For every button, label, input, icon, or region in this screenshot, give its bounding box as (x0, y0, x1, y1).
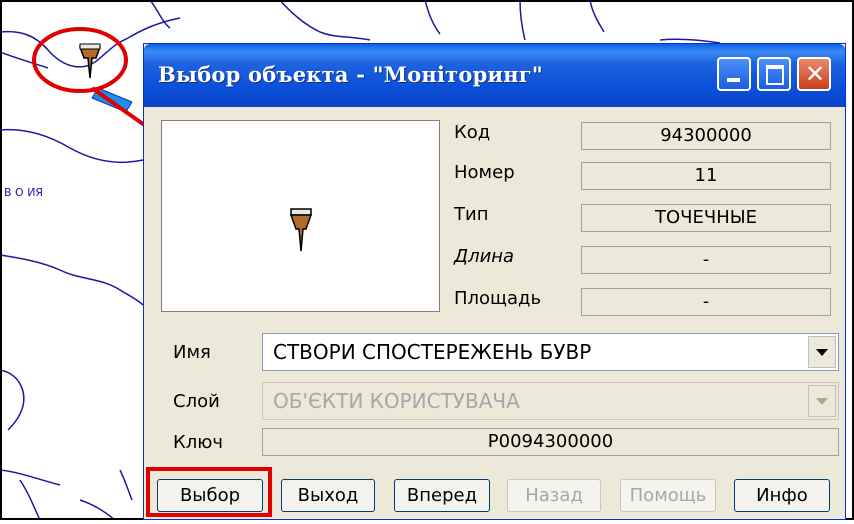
layer-label: Слой (173, 391, 220, 412)
layer-select-value: ОБ'ЄКТИ КОРИСТУВАЧА (273, 389, 520, 413)
point-marker-icon (289, 208, 313, 252)
key-value: P0094300000 (262, 428, 839, 456)
type-value: ТОЧЕЧНЫЕ (581, 204, 831, 232)
number-value: 11 (581, 162, 831, 190)
title-bar[interactable]: Выбор объекта - "Моніторинг" (144, 44, 845, 107)
name-select-value: СТВОРИ СПОСТЕРЕЖЕНЬ БУВР (273, 340, 592, 364)
type-label: Тип (454, 204, 489, 225)
code-label: Код (454, 122, 491, 143)
maximize-icon[interactable] (757, 57, 791, 91)
close-icon[interactable] (797, 57, 831, 91)
chevron-down-icon (808, 385, 836, 417)
area-value: - (581, 288, 831, 316)
dialog-title: Выбор объекта - "Моніторинг" (158, 62, 544, 87)
info-button[interactable]: Инфо (734, 479, 830, 512)
number-label: Номер (454, 162, 515, 183)
key-label: Ключ (173, 432, 224, 453)
layer-select: ОБ'ЄКТИ КОРИСТУВАЧА (262, 382, 839, 420)
chevron-down-icon[interactable] (808, 336, 836, 368)
forward-button[interactable]: Вперед (394, 479, 490, 512)
back-button: Назад (507, 479, 601, 512)
code-value: 94300000 (581, 122, 831, 150)
length-value: - (581, 246, 831, 274)
minimize-icon[interactable] (717, 57, 751, 91)
object-selection-dialog: Выбор объекта - "Моніторинг" Код 9430000… (143, 43, 846, 520)
exit-button[interactable]: Выход (281, 479, 375, 512)
name-select[interactable]: СТВОРИ СПОСТЕРЕЖЕНЬ БУВР (262, 333, 839, 371)
length-label: Длина (454, 246, 515, 267)
annotation-highlight-box (146, 467, 272, 517)
area-label: Площадь (454, 288, 542, 309)
object-preview (161, 120, 440, 312)
name-label: Имя (173, 342, 211, 363)
help-button: Помощь (620, 479, 716, 512)
